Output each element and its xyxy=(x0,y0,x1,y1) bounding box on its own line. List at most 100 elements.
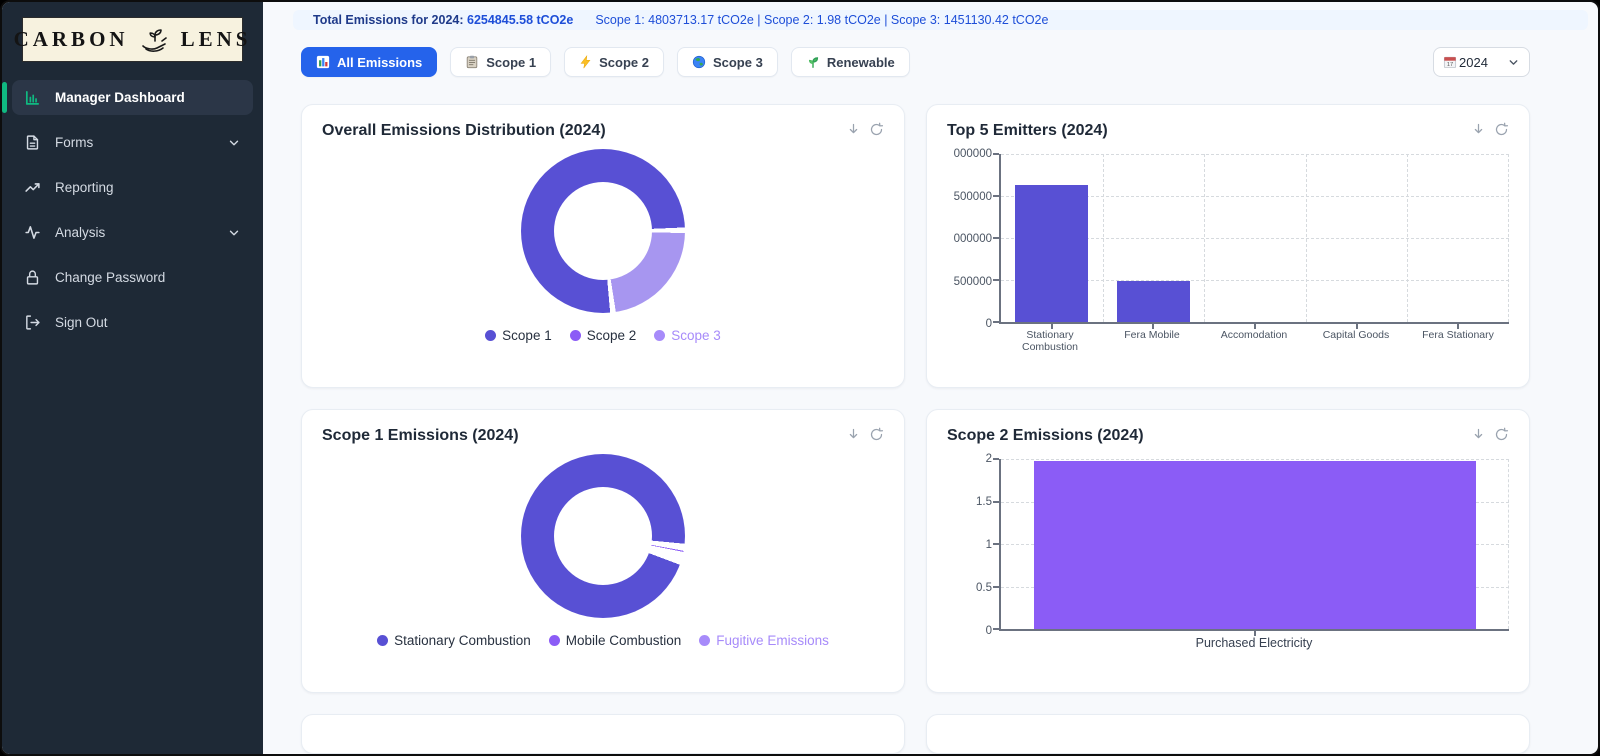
card-overall-emissions: Overall Emissions Distribution (2024) Sc… xyxy=(301,104,905,388)
sidebar-item-label: Change Password xyxy=(55,270,165,285)
filter-label: Scope 1 xyxy=(486,55,536,70)
card-partial xyxy=(301,714,905,754)
year-select-value: 2024 xyxy=(1459,55,1488,70)
y-axis-tick-label: 0 xyxy=(986,625,992,637)
legend-item-mobile-combustion[interactable]: Mobile Combustion xyxy=(549,633,682,648)
filter-label: All Emissions xyxy=(337,55,422,70)
total-emissions-banner: Total Emissions for 2024: 6254845.58 tCO… xyxy=(293,10,1588,30)
download-icon[interactable] xyxy=(1471,122,1486,137)
card-partial xyxy=(926,714,1530,754)
filter-renewable-button[interactable]: Renewable xyxy=(791,47,910,77)
legend-swatch xyxy=(485,330,496,341)
legend-swatch xyxy=(377,635,388,646)
filter-scope-1-button[interactable]: Scope 1 xyxy=(450,47,551,77)
bar-purchased-electricity xyxy=(1034,461,1476,629)
filter-toolbar: All Emissions Scope 1 Scope 2 xyxy=(301,47,1530,77)
x-axis-category-label: Fera Mobile xyxy=(1101,329,1203,353)
donut-chart-overall-distribution xyxy=(521,149,685,313)
sidebar-item-manager-dashboard[interactable]: Manager Dashboard xyxy=(12,80,253,115)
card-scope-2-emissions: Scope 2 Emissions (2024) 21.510.50Purcha… xyxy=(926,409,1530,693)
banner-total-value: 6254845.58 tCO2e xyxy=(467,13,573,27)
chevron-down-icon xyxy=(227,226,241,240)
download-icon[interactable] xyxy=(846,122,861,137)
chevron-down-icon xyxy=(227,136,241,150)
card-title: Scope 1 Emissions (2024) xyxy=(322,427,519,445)
card-top-5-emitters: Top 5 Emitters (2024) 000000500000000000… xyxy=(926,104,1530,388)
refresh-icon[interactable] xyxy=(1494,427,1509,442)
bar-chart-top-5-emitters: 0000005000000000005000000Stationary Comb… xyxy=(947,154,1509,353)
legend-swatch xyxy=(654,330,665,341)
y-axis-tick-label: 000000 xyxy=(954,233,992,245)
chart-legend: Scope 1 Scope 2 Scope 3 xyxy=(485,328,721,343)
sidebar-item-forms[interactable]: Forms xyxy=(12,125,253,160)
year-select[interactable]: 17 2024 xyxy=(1433,47,1530,77)
document-icon xyxy=(24,134,41,151)
globe-emoji-icon xyxy=(692,55,706,69)
refresh-icon[interactable] xyxy=(1494,122,1509,137)
activity-icon xyxy=(24,224,41,241)
refresh-icon[interactable] xyxy=(869,427,884,442)
legend-item-scope-1[interactable]: Scope 1 xyxy=(485,328,552,343)
sidebar-item-label: Forms xyxy=(55,135,93,150)
legend-item-fugitive-emissions[interactable]: Fugitive Emissions xyxy=(699,633,829,648)
card-title: Overall Emissions Distribution (2024) xyxy=(322,122,606,140)
bar-fera-mobile xyxy=(1117,281,1190,322)
sign-out-icon xyxy=(24,314,41,331)
calendar-emoji-icon: 17 xyxy=(1443,55,1457,69)
clipboard-emoji-icon xyxy=(465,55,479,69)
dashboard-grid: Overall Emissions Distribution (2024) Sc… xyxy=(301,104,1530,754)
legend-swatch xyxy=(549,635,560,646)
sidebar-item-sign-out[interactable]: Sign Out xyxy=(12,305,253,340)
bar-stationary-combustion xyxy=(1015,185,1088,322)
y-axis-tick-label: 500000 xyxy=(954,191,992,203)
download-icon[interactable] xyxy=(1471,427,1486,442)
carbon-lens-logo: CARBON LENS xyxy=(22,17,243,62)
sidebar-item-change-password[interactable]: Change Password xyxy=(12,260,253,295)
filter-all-emissions-button[interactable]: All Emissions xyxy=(301,47,437,77)
y-axis-tick-label: 1 xyxy=(986,539,992,551)
x-axis-category-label: Stationary Combustion xyxy=(999,329,1101,353)
chevron-down-icon xyxy=(1507,56,1520,69)
legend-item-scope-3[interactable]: Scope 3 xyxy=(654,328,721,343)
lock-icon xyxy=(24,269,41,286)
chart-legend: Stationary Combustion Mobile Combustion … xyxy=(377,633,829,648)
card-title: Scope 2 Emissions (2024) xyxy=(947,427,1144,445)
trending-up-icon xyxy=(24,179,41,196)
sidebar-item-label: Reporting xyxy=(55,180,114,195)
download-icon[interactable] xyxy=(846,427,861,442)
x-axis-category-label: Purchased Electricity xyxy=(999,636,1509,650)
legend-item-stationary-combustion[interactable]: Stationary Combustion xyxy=(377,633,531,648)
card-title: Top 5 Emitters (2024) xyxy=(947,122,1108,140)
y-axis-tick-label: 2 xyxy=(986,453,992,465)
y-axis-tick-label: 000000 xyxy=(954,148,992,160)
sidebar-item-analysis[interactable]: Analysis xyxy=(12,215,253,250)
app-window: CARBON LENS Manager Dashboard xyxy=(0,0,1600,756)
bar-chart-scope-2: 21.510.50Purchased Electricity xyxy=(947,459,1509,650)
legend-swatch xyxy=(570,330,581,341)
donut-chart-scope-1 xyxy=(521,454,685,618)
bar-chart-icon xyxy=(24,89,41,106)
logo-text-lens: LENS xyxy=(181,27,252,52)
sidebar: CARBON LENS Manager Dashboard xyxy=(2,2,263,754)
filter-scope-3-button[interactable]: Scope 3 xyxy=(677,47,778,77)
filter-scope-2-button[interactable]: Scope 2 xyxy=(564,47,664,77)
sidebar-item-reporting[interactable]: Reporting xyxy=(12,170,253,205)
sidebar-item-label: Sign Out xyxy=(55,315,108,330)
refresh-icon[interactable] xyxy=(869,122,884,137)
x-axis-category-label: Capital Goods xyxy=(1305,329,1407,353)
legend-swatch xyxy=(699,635,710,646)
banner-label: Total Emissions for 2024: xyxy=(313,13,464,27)
y-axis-tick-label: 0 xyxy=(986,318,992,330)
seedling-emoji-icon xyxy=(806,55,820,69)
sidebar-nav: Manager Dashboard Forms Reporting A xyxy=(2,76,263,344)
banner-scope-breakdown: Scope 1: 4803713.17 tCO2e | Scope 2: 1.9… xyxy=(595,13,1048,27)
sidebar-item-label: Analysis xyxy=(55,225,105,240)
legend-item-scope-2[interactable]: Scope 2 xyxy=(570,328,637,343)
card-scope-1-emissions: Scope 1 Emissions (2024) Stationary Comb… xyxy=(301,409,905,693)
bar-chart-emoji-icon xyxy=(316,55,330,69)
lightning-emoji-icon xyxy=(579,55,592,69)
y-axis-tick-label: 500000 xyxy=(954,276,992,288)
filter-label: Renewable xyxy=(827,55,895,70)
hand-with-sprout-icon xyxy=(137,24,173,56)
filter-label: Scope 3 xyxy=(713,55,763,70)
